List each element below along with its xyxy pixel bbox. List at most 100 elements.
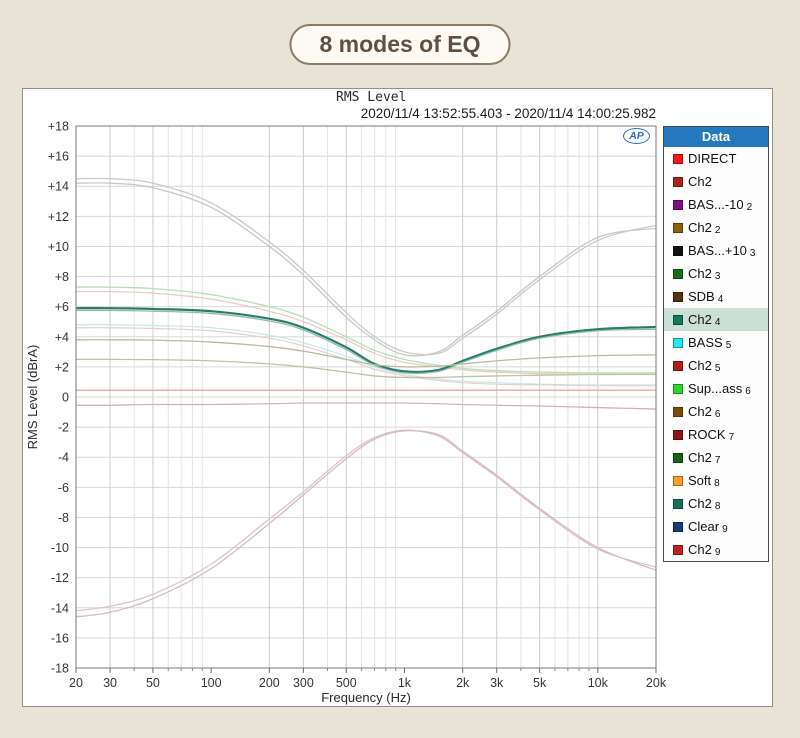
- x-tick-label: 10k: [588, 676, 609, 690]
- legend-swatch-icon: [673, 268, 683, 279]
- legend-item-rock-7[interactable]: ROCK 7: [664, 423, 768, 446]
- y-tick-label: +4: [55, 330, 69, 344]
- legend-item-sup-ass-6[interactable]: Sup...ass 6: [664, 377, 768, 400]
- curve-eq-smile-pair-a-faded: [76, 177, 656, 356]
- legend-sub-index: 5: [714, 363, 721, 374]
- legend-label: Ch2: [688, 450, 712, 465]
- legend-label: BAS...+10: [688, 243, 747, 258]
- y-tick-label: +6: [55, 300, 69, 314]
- legend-sub-index: 7: [728, 432, 735, 443]
- x-tick-label: 1k: [398, 676, 412, 690]
- legend-sub-index: 8: [714, 478, 720, 489]
- legend-item-ch2[interactable]: Ch2: [664, 170, 768, 193]
- legend-panel: Data DIRECT Ch2 BAS...-10 2 Ch2 2 BAS...+10 3 Ch…: [663, 126, 769, 562]
- legend-label: BASS: [688, 335, 723, 350]
- legend-swatch-icon: [673, 475, 683, 486]
- x-tick-label: 300: [293, 676, 314, 690]
- legend-sub-index: 6: [745, 386, 751, 397]
- legend-swatch-icon: [673, 314, 683, 325]
- legend-header: Data: [664, 127, 768, 147]
- legend-sub-index: 3: [714, 271, 721, 282]
- legend-swatch-icon: [673, 291, 683, 302]
- legend-swatch-icon: [673, 544, 683, 555]
- x-tick-label: 20k: [646, 676, 667, 690]
- y-tick-label: +12: [48, 210, 69, 224]
- y-tick-label: +8: [55, 270, 69, 284]
- y-tick-label: +16: [48, 150, 69, 164]
- x-tick-label: 30: [103, 676, 117, 690]
- legend-swatch-icon: [673, 199, 683, 210]
- y-tick-label: -12: [51, 571, 69, 585]
- x-axis-title: Frequency (Hz): [321, 690, 411, 705]
- legend-swatch-icon: [673, 337, 683, 348]
- legend-item-clear-9[interactable]: Clear 9: [664, 515, 768, 538]
- legend-item-ch2-3[interactable]: Ch2 3: [664, 262, 768, 285]
- legend-swatch-icon: [673, 222, 683, 233]
- legend-swatch-icon: [673, 429, 683, 440]
- legend-item-ch2-9[interactable]: Ch2 9: [664, 538, 768, 561]
- legend-sub-index: 5: [725, 340, 732, 351]
- x-tick-label: 500: [336, 676, 357, 690]
- legend-item-bass-5[interactable]: BASS 5: [664, 331, 768, 354]
- x-tick-label: 5k: [533, 676, 547, 690]
- curve-olive-pair-b-faded: [76, 358, 656, 379]
- y-tick-label: 0: [62, 391, 69, 405]
- ap-logo-icon: AP: [623, 128, 650, 144]
- legend-sub-index: 4: [714, 317, 721, 328]
- legend-label: Sup...ass: [688, 381, 743, 396]
- legend-item-bas-10-2[interactable]: BAS...-10 2: [664, 193, 768, 216]
- legend-label: Ch2: [688, 542, 712, 557]
- legend-sub-index: 8: [714, 501, 721, 512]
- eq-frequency-response-chart: -18 -16 -14 -12 -10 -8 -6 -4 -2 0 +2 +4 +6 +8 +10 +12 +1…: [25, 120, 667, 706]
- legend-swatch-icon: [673, 452, 683, 463]
- legend-item-ch2-5[interactable]: Ch2 5: [664, 354, 768, 377]
- y-tick-label: -16: [51, 631, 69, 645]
- legend-label: DIRECT: [688, 151, 737, 166]
- legend-swatch-icon: [673, 176, 683, 187]
- y-tick-label: -18: [51, 662, 69, 676]
- legend-item-direct[interactable]: DIRECT: [664, 147, 768, 170]
- legend-swatch-icon: [673, 360, 683, 371]
- legend-swatch-icon: [673, 521, 683, 532]
- legend-label: Clear: [688, 519, 720, 534]
- y-tick-label: +14: [48, 180, 69, 194]
- legend-item-ch2-4[interactable]: Ch2 4: [664, 308, 768, 331]
- x-tick-label: 200: [259, 676, 280, 690]
- legend-swatch-icon: [673, 498, 683, 509]
- legend-label: BAS...-10: [688, 197, 744, 212]
- legend-label: SDB: [688, 289, 715, 304]
- y-tick-label: +18: [48, 120, 69, 134]
- legend-item-ch2-7[interactable]: Ch2 7: [664, 446, 768, 469]
- curve-olive-pair-a-faded: [76, 339, 656, 368]
- page-background: 8 modes of EQ RMS Level 2020/11/4 13:52:…: [0, 0, 800, 738]
- y-tick-label: +2: [55, 360, 69, 374]
- x-tick-label: 3k: [490, 676, 504, 690]
- legend-swatch-icon: [673, 245, 683, 256]
- legend-item-bas-10-3[interactable]: BAS...+10 3: [664, 239, 768, 262]
- legend-label: ROCK: [688, 427, 726, 442]
- legend-label: Soft: [688, 473, 712, 488]
- legend-sub-index: 4: [717, 294, 724, 305]
- legend-swatch-icon: [673, 383, 683, 394]
- legend-sub-index: 3: [749, 248, 756, 259]
- x-tick-label: 20: [69, 676, 83, 690]
- legend-item-sdb-4[interactable]: SDB 4: [664, 285, 768, 308]
- legend-item-ch2-2[interactable]: Ch2 2: [664, 216, 768, 239]
- legend-label: Ch2: [688, 404, 712, 419]
- y-tick-label: -10: [51, 541, 69, 555]
- legend-swatch-icon: [673, 406, 683, 417]
- curve-eq-frown-pair-b-faded: [76, 430, 656, 618]
- chart-panel: RMS Level 2020/11/4 13:52:55.403 - 2020/…: [22, 88, 773, 707]
- legend-sub-index: 2: [714, 225, 721, 236]
- curve-ch2-faded-mauve-flat: [76, 402, 656, 410]
- y-axis-title: RMS Level (dBrA): [25, 345, 40, 450]
- legend-item-ch2-8[interactable]: Ch2 8: [664, 492, 768, 515]
- legend-sub-index: 2: [746, 202, 753, 213]
- y-tick-label: -14: [51, 601, 69, 615]
- x-tick-label: 100: [201, 676, 222, 690]
- y-tick-label: -8: [58, 511, 69, 525]
- legend-label: Ch2: [688, 266, 712, 281]
- legend-item-soft-8[interactable]: Soft 8: [664, 469, 768, 492]
- legend-item-ch2-6[interactable]: Ch2 6: [664, 400, 768, 423]
- legend-sub-index: 9: [714, 547, 721, 558]
